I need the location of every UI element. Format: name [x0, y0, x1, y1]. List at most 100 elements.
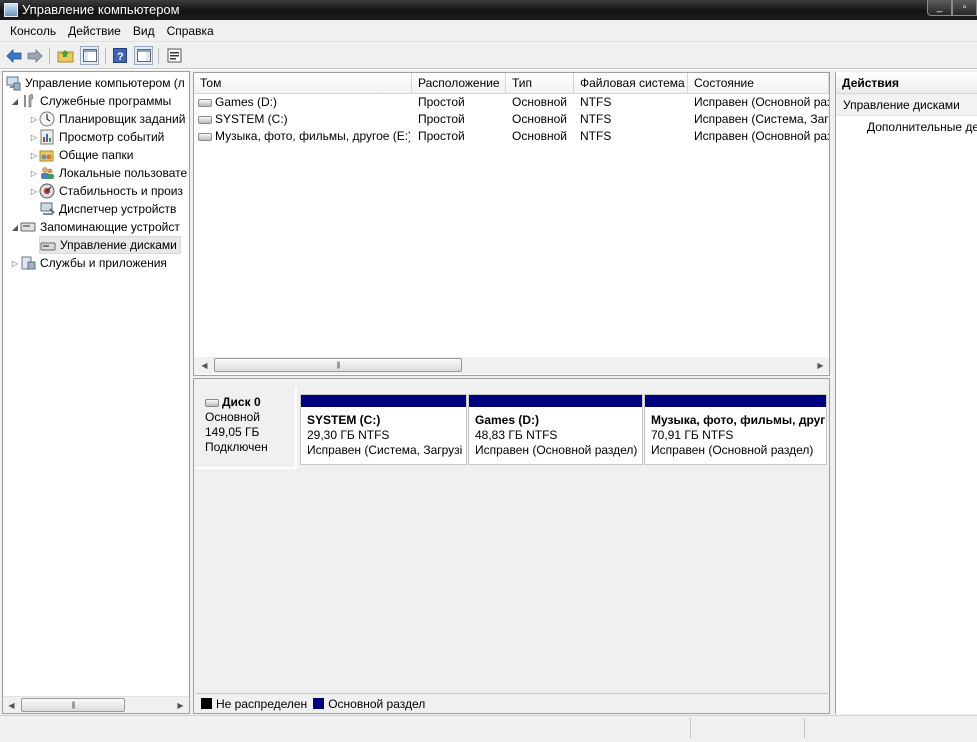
tree-scroll-thumb[interactable]: ||| — [21, 698, 125, 712]
properties-button[interactable] — [165, 46, 184, 65]
primary-partition-bar — [645, 395, 826, 407]
expanded-arrow-icon[interactable]: ◢ — [10, 223, 20, 232]
menu-help[interactable]: Справка — [161, 24, 220, 38]
volume-status: Исправен (Основной раз — [694, 129, 829, 143]
volume-type: Основной — [512, 129, 568, 143]
primary-partition-bar — [469, 395, 642, 407]
menu-bar: Консоль Действие Вид Справка — [0, 20, 977, 42]
disk-size: 149,05 ГБ — [205, 425, 260, 439]
table-row[interactable]: SYSTEM (C:) Простой Основной NTFS Исправ… — [194, 111, 829, 128]
collapsed-arrow-icon[interactable]: ▷ — [29, 151, 39, 160]
table-row[interactable]: Games (D:) Простой Основной NTFS Исправе… — [194, 94, 829, 111]
tree-label-services-apps: Службы и приложения — [40, 256, 167, 270]
back-button[interactable] — [4, 46, 23, 65]
collapsed-arrow-icon[interactable]: ▷ — [29, 169, 39, 178]
volume-status: Исправен (Основной раз — [694, 95, 829, 109]
column-header-volume[interactable]: Том — [194, 73, 412, 94]
tree-label-device-manager: Диспетчер устройств — [59, 202, 177, 216]
minimize-button[interactable]: _ — [927, 0, 952, 16]
volume-type: Основной — [512, 95, 568, 109]
tree-item-event-viewer[interactable]: ▷ Просмотр событий — [29, 128, 164, 146]
users-icon — [39, 165, 55, 181]
status-bar — [0, 715, 977, 742]
actions-header: Действия — [836, 72, 977, 94]
back-arrow-icon — [5, 48, 21, 63]
expanded-arrow-icon[interactable]: ◢ — [10, 97, 20, 106]
disk-name: Диск 0 — [222, 395, 261, 409]
tree-item-system-tools[interactable]: ◢ Служебные программы — [10, 92, 171, 110]
drive-icon — [198, 132, 212, 141]
tree-horizontal-scrollbar[interactable]: ◀ ||| ▶ — [3, 696, 189, 713]
drive-icon — [198, 98, 212, 107]
tree-item-device-manager[interactable]: Диспетчер устройств — [39, 200, 176, 218]
show-hide-actions-button[interactable] — [134, 46, 153, 65]
legend: Не распределен Основной раздел — [196, 693, 828, 713]
tree-item-root[interactable]: Управление компьютером (л — [5, 74, 185, 92]
volume-layout: Простой — [418, 95, 465, 109]
tree-item-local-users[interactable]: ▷ Локальные пользовате — [29, 164, 187, 182]
tools-icon — [20, 93, 36, 109]
partition-status: Исправен (Основной раздел) — [475, 443, 638, 457]
scroll-left-arrow-icon[interactable]: ◀ — [3, 697, 20, 713]
more-actions-link[interactable]: Дополнительные де — [836, 116, 977, 138]
volume-type: Основной — [512, 112, 568, 126]
column-header-layout[interactable]: Расположение — [412, 73, 506, 94]
up-level-button[interactable] — [56, 46, 75, 65]
partition-size: 29,30 ГБ NTFS — [307, 428, 390, 442]
folder-up-icon — [57, 49, 74, 62]
tree-item-task-scheduler[interactable]: ▷ Планировщик заданий — [29, 110, 185, 128]
maximize-button[interactable]: ▫ — [952, 0, 977, 16]
forward-button[interactable] — [25, 46, 44, 65]
clock-icon — [39, 111, 55, 127]
disk-0-info[interactable]: Диск 0 Основной 149,05 ГБ Подключен — [195, 387, 297, 469]
tree-item-disk-management[interactable]: Управление дисками — [39, 236, 181, 254]
tree-item-shared-folders[interactable]: ▷ Общие папки — [29, 146, 134, 164]
drive-icon — [198, 115, 212, 124]
partition-c[interactable]: SYSTEM (C:) 29,30 ГБ NTFS Исправен (Сист… — [300, 394, 467, 465]
volume-name: SYSTEM (C:) — [215, 112, 288, 126]
column-header-status[interactable]: Состояние — [688, 73, 829, 94]
disk-icon — [205, 398, 219, 407]
collapsed-arrow-icon[interactable]: ▷ — [29, 187, 39, 196]
collapsed-arrow-icon[interactable]: ▷ — [29, 133, 39, 142]
services-icon — [20, 255, 36, 271]
tree-label-root: Управление компьютером (л — [25, 76, 185, 90]
volume-layout: Простой — [418, 112, 465, 126]
help-button[interactable]: ? — [110, 46, 129, 65]
collapsed-arrow-icon[interactable]: ▷ — [29, 115, 39, 124]
tree-item-services-apps[interactable]: ▷ Службы и приложения — [10, 254, 167, 272]
help-icon: ? — [112, 48, 127, 63]
tree-label-system-tools: Служебные программы — [40, 94, 172, 108]
legend-unallocated: Не распределен — [216, 696, 308, 711]
partition-d[interactable]: Games (D:) 48,83 ГБ NTFS Исправен (Основ… — [468, 394, 643, 465]
volume-list-horizontal-scrollbar[interactable]: ◀ ||| ▶ — [194, 357, 829, 374]
partition-e[interactable]: Музыка, фото, фильмы, друг 70,91 ГБ NTFS… — [644, 394, 827, 465]
volume-list-scroll-thumb[interactable]: ||| — [214, 358, 462, 372]
tree-label-shared-folders: Общие папки — [59, 148, 134, 162]
action-pane-icon — [136, 49, 151, 62]
scroll-right-arrow-icon[interactable]: ▶ — [812, 357, 829, 374]
menu-action[interactable]: Действие — [62, 24, 127, 38]
tree-label-event-viewer: Просмотр событий — [59, 130, 165, 144]
scroll-left-arrow-icon[interactable]: ◀ — [196, 357, 213, 374]
tree-item-storage[interactable]: ◢ Запоминающие устройст — [10, 218, 180, 236]
table-row[interactable]: Музыка, фото, фильмы, другое (E:) Просто… — [194, 128, 829, 145]
collapsed-arrow-icon[interactable]: ▷ — [10, 259, 20, 268]
menu-view[interactable]: Вид — [127, 24, 161, 38]
menu-console[interactable]: Консоль — [4, 24, 62, 38]
console-tree-icon — [82, 49, 97, 62]
show-hide-tree-button[interactable] — [80, 46, 99, 65]
computer-management-icon — [5, 75, 21, 91]
tree-item-reliability[interactable]: ▷ Стабильность и произ — [29, 182, 183, 200]
unallocated-swatch — [201, 698, 212, 709]
legend-primary: Основной раздел — [328, 696, 426, 711]
scroll-right-arrow-icon[interactable]: ▶ — [172, 697, 189, 713]
column-header-type[interactable]: Тип — [506, 73, 574, 94]
actions-group-disk-management[interactable]: Управление дисками — [836, 94, 977, 116]
volume-filesystem: NTFS — [580, 95, 612, 109]
partition-name: Games (D:) — [475, 413, 540, 427]
event-viewer-icon — [39, 129, 55, 145]
disk-type: Основной — [205, 410, 261, 424]
column-header-filesystem[interactable]: Файловая система — [574, 73, 688, 94]
partition-status: Исправен (Основной раздел) — [651, 443, 814, 457]
